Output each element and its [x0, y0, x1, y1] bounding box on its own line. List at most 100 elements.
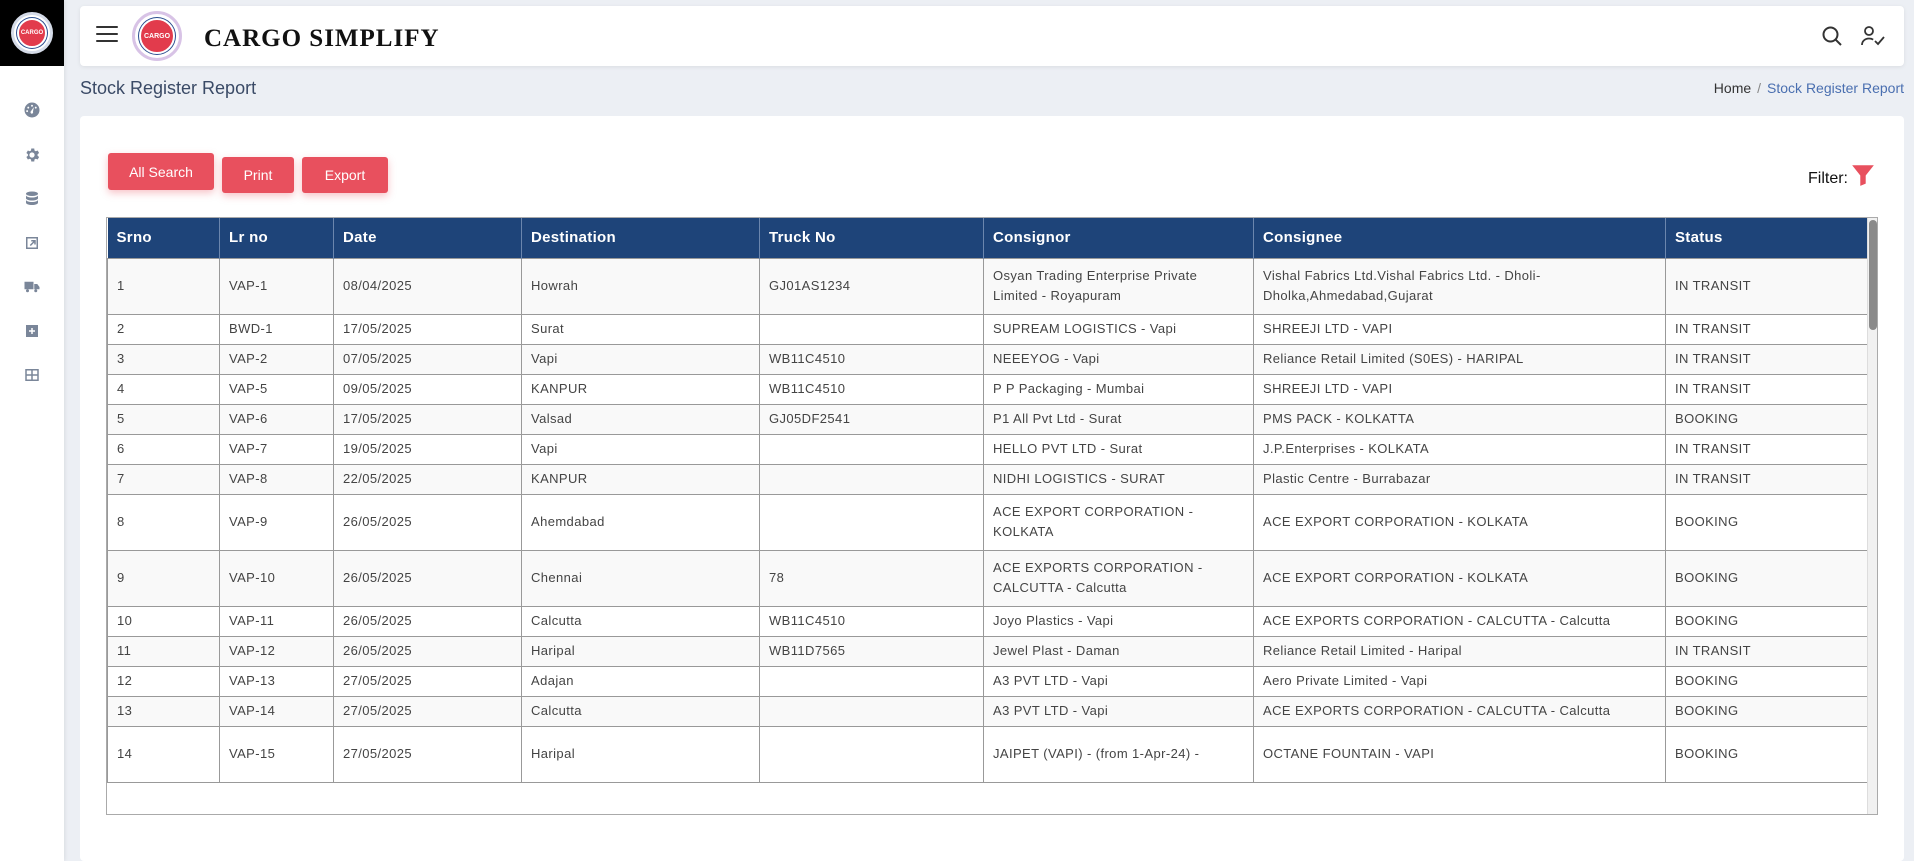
table-cell: Joyo Plastics - Vapi — [983, 605, 1254, 637]
table-cell: VAP-8 — [219, 463, 334, 495]
breadcrumb-home[interactable]: Home — [1714, 80, 1751, 96]
column-header[interactable]: Date — [333, 218, 522, 258]
table-cell: IN TRANSIT — [1665, 343, 1869, 375]
table-cell: Jewel Plast - Daman — [983, 635, 1254, 667]
table-scrollbar[interactable] — [1867, 218, 1877, 814]
table-row[interactable]: 4 VAP-5 09/05/2025 KANPUR WB11C4510 P P Packa… — [107, 373, 1869, 405]
breadcrumb-current: Stock Register Report — [1767, 80, 1904, 96]
table-row[interactable]: 5 VAP-6 17/05/2025 Valsad GJ05DF2541 P1 All P… — [107, 403, 1869, 435]
sidebar-logo[interactable]: CARGO — [0, 0, 64, 66]
print-button[interactable]: Print — [222, 157, 294, 193]
table-cell: IN TRANSIT — [1665, 463, 1869, 495]
table-cell: PMS PACK - KOLKATTA — [1253, 403, 1666, 435]
top-header: CARGO CARGO SIMPLIFY — [80, 6, 1904, 66]
table-cell: 1 — [107, 257, 220, 315]
table-cell: 3 — [107, 343, 220, 375]
table-cell: ACE EXPORTS CORPORATION - CALCUTTA - Cal… — [1253, 605, 1666, 637]
table-cell: Adajan — [521, 665, 760, 697]
database-icon[interactable] — [22, 189, 42, 209]
truck-icon[interactable] — [22, 277, 42, 297]
table-cell: Valsad — [521, 403, 760, 435]
table-cell: VAP-7 — [219, 433, 334, 465]
table-cell: 13 — [107, 695, 220, 727]
table-cell: 11 — [107, 635, 220, 667]
table-row[interactable]: 2 BWD-1 17/05/2025 Surat SUPREAM LOGISTICS -… — [107, 313, 1869, 345]
sidebar: CARGO — [0, 0, 64, 861]
table-cell: VAP-14 — [219, 695, 334, 727]
menu-icon[interactable] — [96, 26, 118, 44]
table-row[interactable]: 3 VAP-2 07/05/2025 Vapi WB11C4510 NEEEYOG - V… — [107, 343, 1869, 375]
table-cell: BOOKING — [1665, 493, 1869, 551]
table-row[interactable]: 11 VAP-12 26/05/2025 Haripal WB11D7565 Jewel … — [107, 635, 1869, 667]
scrollbar-thumb[interactable] — [1869, 220, 1877, 330]
column-header[interactable]: Srno — [107, 218, 220, 258]
table-row[interactable]: 13 VAP-14 27/05/2025 Calcutta A3 PVT LTD - V… — [107, 695, 1869, 727]
table-cell: ACE EXPORT CORPORATION - KOLKATA — [983, 493, 1254, 551]
table-cell: VAP-2 — [219, 343, 334, 375]
table-row[interactable]: 14 VAP-15 27/05/2025 Haripal JAIPET (VAPI) -… — [107, 725, 1869, 783]
table-cell: 27/05/2025 — [333, 695, 522, 727]
table-cell: Ahemdabad — [521, 493, 760, 551]
table-cell: Howrah — [521, 257, 760, 315]
table-cell: VAP-10 — [219, 549, 334, 607]
table-cell: IN TRANSIT — [1665, 313, 1869, 345]
table-cell: 4 — [107, 373, 220, 405]
table-cell: BWD-1 — [219, 313, 334, 345]
column-header[interactable]: Destination — [521, 218, 760, 258]
column-header[interactable]: Lr no — [219, 218, 334, 258]
table-cell: HELLO PVT LTD - Surat — [983, 433, 1254, 465]
filter-funnel-icon[interactable] — [1850, 162, 1876, 188]
table-cell: Chennai — [521, 549, 760, 607]
table-cell: 14 — [107, 725, 220, 783]
table-cell: 07/05/2025 — [333, 343, 522, 375]
table-row[interactable]: 9 VAP-10 26/05/2025 Chennai 78 ACE EXPORTS CO… — [107, 549, 1869, 607]
export-button[interactable]: Export — [302, 157, 388, 193]
table-row[interactable]: 7 VAP-8 22/05/2025 KANPUR NIDHI LOGISTICS - … — [107, 463, 1869, 495]
table-cell: OCTANE FOUNTAIN - VAPI — [1253, 725, 1666, 783]
column-header[interactable]: Truck No — [759, 218, 984, 258]
table-row[interactable]: 1 VAP-1 08/04/2025 Howrah GJ01AS1234 Osyan Tr… — [107, 257, 1869, 315]
table-cell: VAP-12 — [219, 635, 334, 667]
column-header[interactable]: Consignee — [1253, 218, 1666, 258]
table-cell: 22/05/2025 — [333, 463, 522, 495]
external-link-icon[interactable] — [22, 233, 42, 253]
table-row[interactable]: 12 VAP-13 27/05/2025 Adajan A3 PVT LTD - Vap… — [107, 665, 1869, 697]
table-cell: 12 — [107, 665, 220, 697]
table-cell: WB11C4510 — [759, 373, 984, 405]
table-cell: BOOKING — [1665, 665, 1869, 697]
gear-icon[interactable] — [22, 145, 42, 165]
table-row[interactable]: 10 VAP-11 26/05/2025 Calcutta WB11C4510 Joyo … — [107, 605, 1869, 637]
table-cell: ACE EXPORTS CORPORATION - CALCUTTA - Cal… — [1253, 695, 1666, 727]
table-cell — [759, 313, 984, 345]
table-cell: VAP-13 — [219, 665, 334, 697]
plus-square-icon[interactable] — [22, 321, 42, 341]
table-cell — [759, 695, 984, 727]
grid-icon[interactable] — [22, 365, 42, 385]
table-cell: P P Packaging - Mumbai — [983, 373, 1254, 405]
table-cell: IN TRANSIT — [1665, 433, 1869, 465]
table-row[interactable]: 6 VAP-7 19/05/2025 Vapi HELLO PVT LTD - Sura… — [107, 433, 1869, 465]
table-cell: 08/04/2025 — [333, 257, 522, 315]
table-cell: 27/05/2025 — [333, 725, 522, 783]
table-cell — [759, 493, 984, 551]
table-cell: WB11C4510 — [759, 605, 984, 637]
user-check-icon[interactable] — [1860, 24, 1888, 50]
dashboard-icon[interactable] — [22, 100, 42, 120]
table-cell: VAP-6 — [219, 403, 334, 435]
stock-register-table-container: Srno Lr no Date Destination Truck No Consigno… — [106, 217, 1878, 815]
report-card: All Search Print Export Filter: Srno Lr n… — [80, 116, 1904, 861]
table-cell: IN TRANSIT — [1665, 635, 1869, 667]
table-cell: VAP-5 — [219, 373, 334, 405]
filter-toggle[interactable]: Filter: — [1808, 162, 1876, 188]
breadcrumb-separator: / — [1757, 80, 1762, 96]
table-row[interactable]: 8 VAP-9 26/05/2025 Ahemdabad ACE EXPORT CORP… — [107, 493, 1869, 551]
table-cell: SUPREAM LOGISTICS - Vapi — [983, 313, 1254, 345]
table-cell — [759, 463, 984, 495]
logo-badge: CARGO — [11, 12, 53, 54]
table-header-row: Srno Lr no Date Destination Truck No Consigno… — [107, 218, 1869, 258]
search-icon[interactable] — [1820, 24, 1846, 50]
header-logo[interactable]: CARGO — [132, 11, 182, 61]
all-search-button[interactable]: All Search — [108, 153, 214, 190]
column-header[interactable]: Consignor — [983, 218, 1254, 258]
column-header[interactable]: Status — [1665, 218, 1869, 258]
